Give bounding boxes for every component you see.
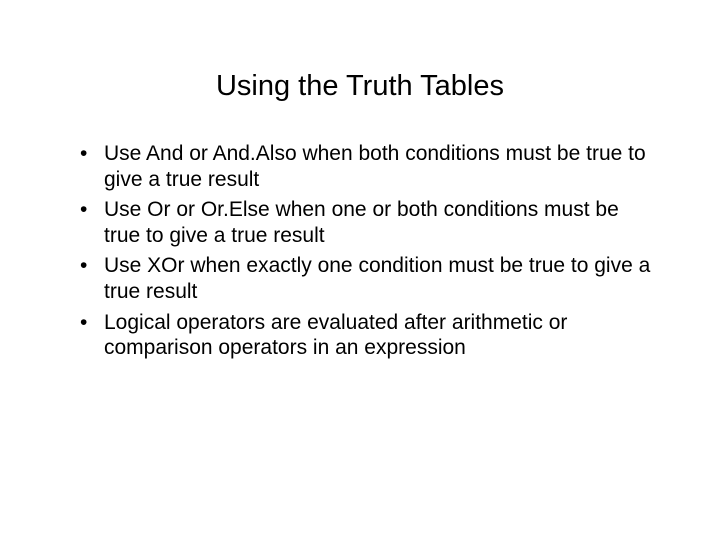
slide-title: Using the Truth Tables [0,70,720,103]
list-item: Use And or And.Also when both conditions… [78,141,660,192]
slide: Using the Truth Tables Use And or And.Al… [0,70,720,540]
list-item: Use Or or Or.Else when one or both condi… [78,197,660,248]
slide-content: Use And or And.Also when both conditions… [78,141,660,361]
bullet-list: Use And or And.Also when both conditions… [78,141,660,361]
list-item: Logical operators are evaluated after ar… [78,310,660,361]
list-item: Use XOr when exactly one condition must … [78,253,660,304]
